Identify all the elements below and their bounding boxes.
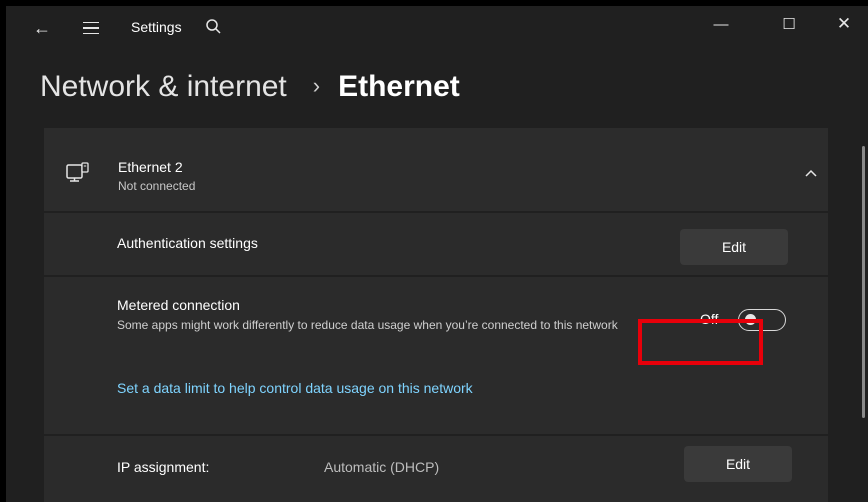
adapter-name: Ethernet 2 [118,159,183,175]
close-icon[interactable]: ✕ [821,6,867,42]
authentication-settings-row: Authentication settings Edit [44,213,828,275]
ethernet-panel: Ethernet 2 Not connected Authentication … [44,128,828,502]
maximize-icon[interactable]: ☐ [766,6,812,42]
breadcrumb-parent[interactable]: Network & internet [40,70,287,104]
search-icon[interactable] [204,17,224,37]
chevron-up-icon[interactable] [804,168,818,178]
data-limit-link[interactable]: Set a data limit to help control data us… [117,380,473,396]
authentication-settings-label: Authentication settings [117,235,258,251]
authentication-edit-button[interactable]: Edit [680,229,788,265]
ip-assignment-label: IP assignment: [117,459,210,475]
adapter-status: Not connected [118,179,196,193]
app-title: Settings [131,19,182,35]
ip-assignment-row: IP assignment: Automatic (DHCP) Edit [44,436,828,502]
page-title: Ethernet [338,70,460,103]
metered-connection-label: Metered connection [117,297,240,313]
breadcrumb: Network & internet › Ethernet [40,70,460,104]
metered-connection-description: Some apps might work differently to redu… [117,318,618,332]
breadcrumb-separator-icon: › [312,73,321,98]
settings-window: ← Settings — ☐ ✕ Network & internet › Et… [6,6,868,502]
ip-assignment-edit-button[interactable]: Edit [684,446,792,482]
title-bar: ← Settings — ☐ ✕ [6,6,868,50]
ethernet-adapter-header[interactable]: Ethernet 2 Not connected [44,128,828,211]
ip-assignment-value: Automatic (DHCP) [324,459,440,475]
hamburger-menu-icon[interactable] [78,6,104,50]
scrollbar[interactable] [862,146,865,418]
ethernet-icon [66,162,89,182]
back-arrow-icon[interactable]: ← [28,6,56,50]
highlight-box [638,319,763,365]
minimize-icon[interactable]: — [698,6,744,42]
